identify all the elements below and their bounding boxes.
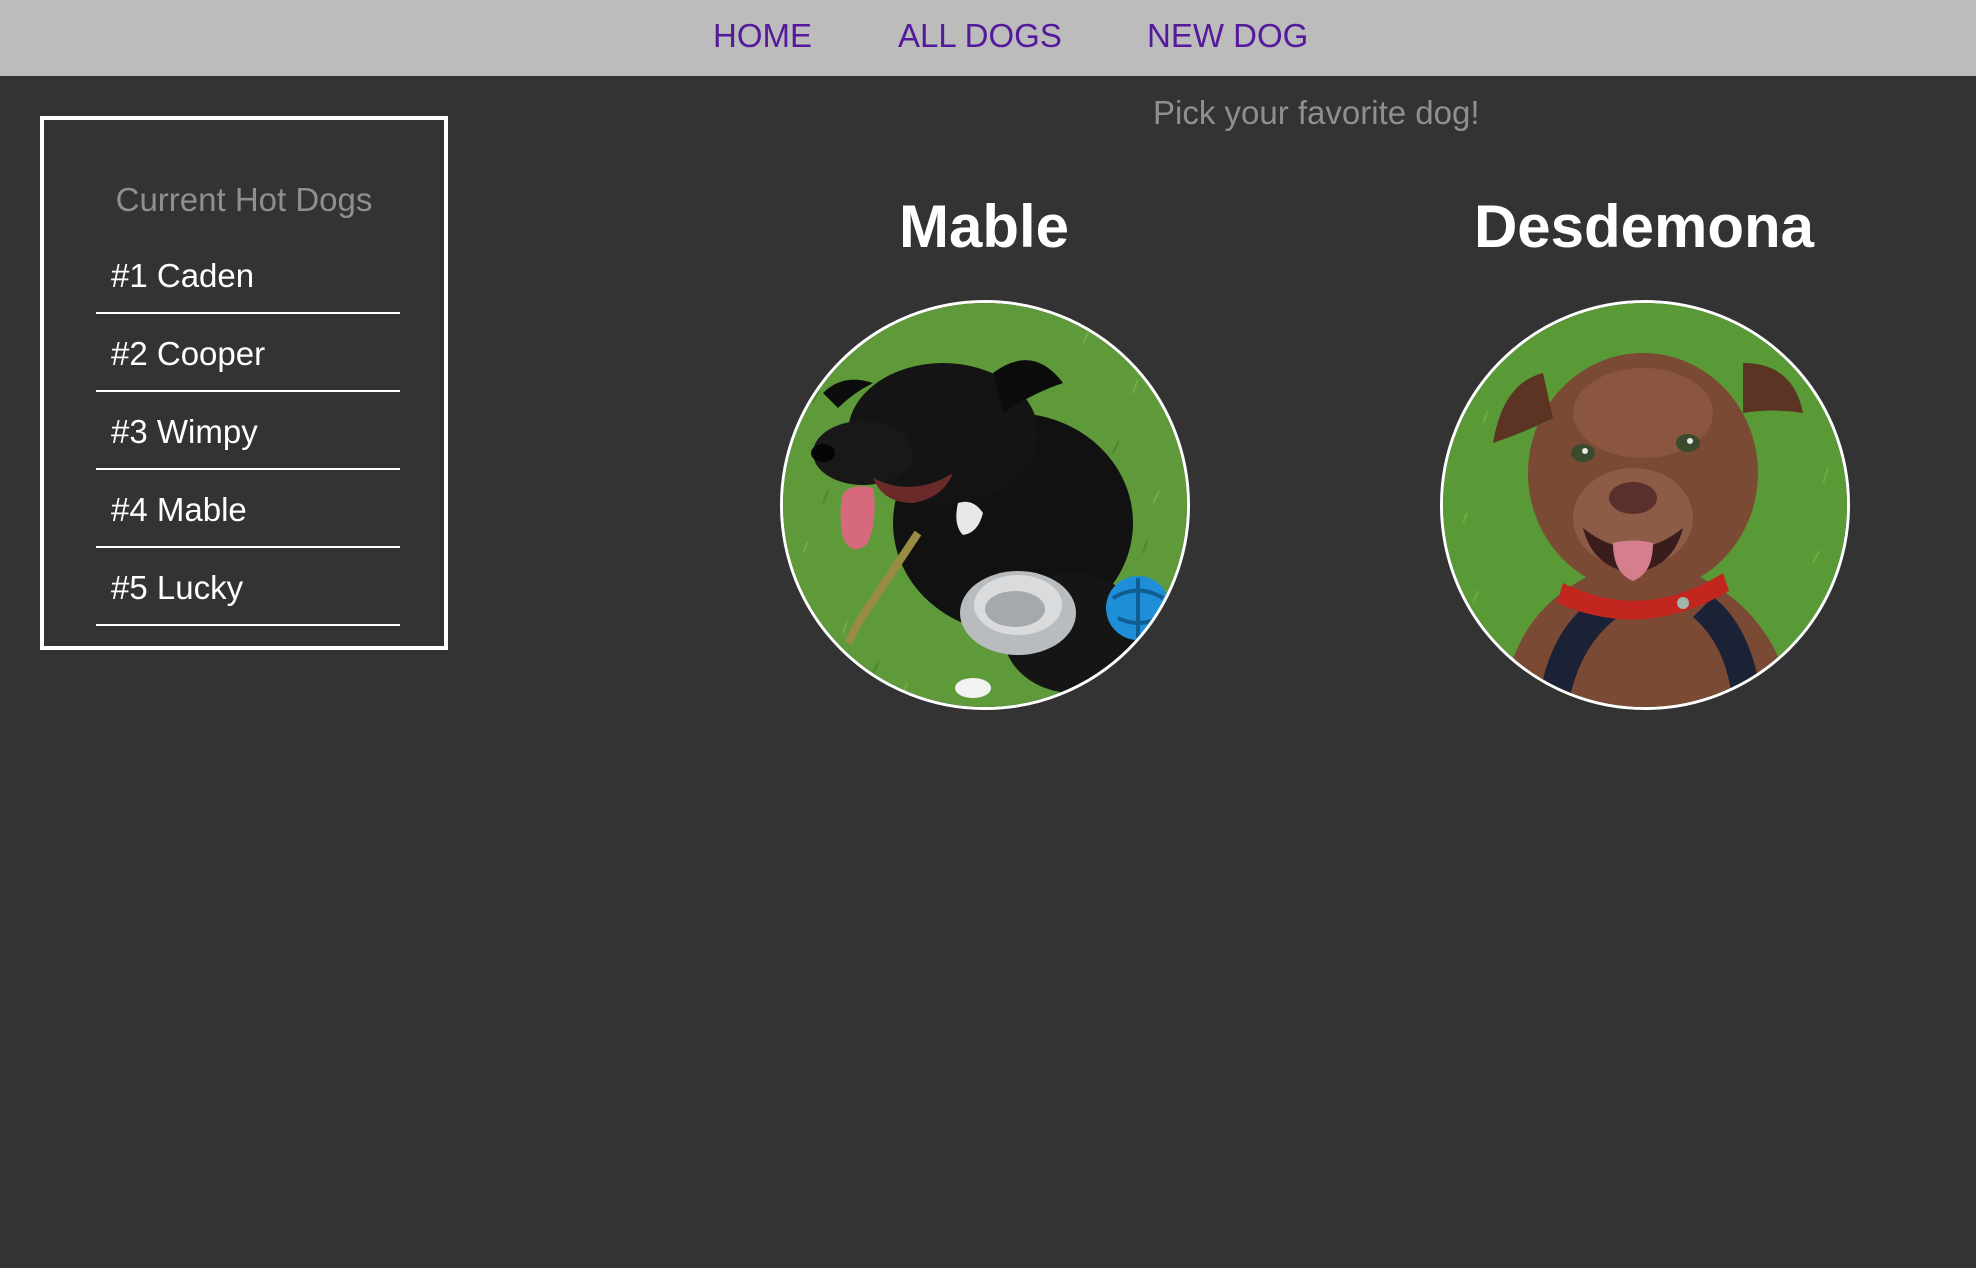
hot-dog-item-label: #4 Mable bbox=[111, 491, 247, 528]
hot-dog-item-5[interactable]: #5 Lucky bbox=[96, 548, 400, 626]
nav-home-link[interactable]: HOME bbox=[713, 16, 812, 56]
hot-dog-item-1[interactable]: #1 Caden bbox=[96, 236, 400, 314]
black-dog-photo-illustration bbox=[783, 303, 1187, 707]
hot-dogs-title: Current Hot Dogs bbox=[115, 181, 373, 218]
hot-dogs-panel: Current Hot Dogs #1 Caden #2 Cooper #3 W… bbox=[40, 116, 448, 650]
top-nav-bar: HOME ALL DOGS NEW DOG bbox=[0, 0, 1976, 76]
dog-photo-desdemona[interactable] bbox=[1440, 300, 1850, 710]
hot-dog-item-label: #2 Cooper bbox=[111, 335, 266, 372]
hot-dog-item-label: #5 Lucky bbox=[111, 569, 244, 606]
nav-all-dogs-link[interactable]: ALL DOGS bbox=[898, 16, 1062, 56]
hot-dog-item-label: #1 Caden bbox=[111, 257, 255, 294]
hot-dog-item-label: #3 Wimpy bbox=[111, 413, 258, 450]
hot-dog-item-4[interactable]: #4 Mable bbox=[96, 470, 400, 548]
hot-dog-item-3[interactable]: #3 Wimpy bbox=[96, 392, 400, 470]
hot-dog-item-2[interactable]: #2 Cooper bbox=[96, 314, 400, 392]
dog-name: Mable bbox=[898, 193, 1070, 260]
nav-new-dog-link[interactable]: NEW DOG bbox=[1147, 16, 1308, 56]
hot-dogs-list: #1 Caden #2 Cooper #3 Wimpy #4 Mable #5 … bbox=[96, 236, 400, 626]
brown-dog-photo-illustration bbox=[1443, 303, 1847, 707]
page-tagline: Pick your favorite dog! bbox=[1153, 94, 1480, 131]
dog-photo-mable[interactable] bbox=[780, 300, 1190, 710]
dog-name: Desdemona bbox=[1473, 193, 1815, 260]
